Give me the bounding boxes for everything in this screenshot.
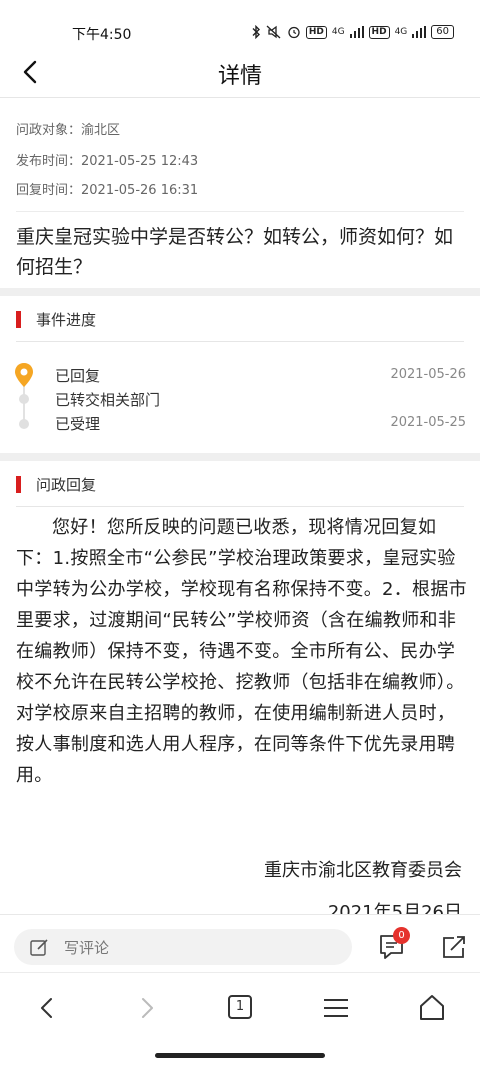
hd-badge-2: HD (368, 25, 390, 39)
meta-replied-label: 回复时间： (16, 183, 82, 198)
divider (16, 211, 464, 212)
status-time: 下午4:50 (72, 27, 132, 43)
nav-bar: 详情 (0, 46, 480, 98)
home-icon[interactable] (414, 991, 450, 1025)
location-pin-icon (15, 363, 33, 387)
meta-replied-value: 2021-05-26 16:31 (81, 183, 199, 198)
timeline-step-date: 2021-05-25 (390, 415, 466, 430)
section-marker (16, 311, 21, 328)
meta-target: 问政对象：渝北区 (16, 119, 120, 138)
timeline-step-label: 已受理 (55, 415, 101, 433)
reply-body: 您好！您所反映的问题已收悉，现将情况回复如下：1.按照全市“公参民”学校治理政策… (16, 517, 467, 786)
comment-placeholder: 写评论 (64, 939, 110, 957)
edit-icon (30, 939, 48, 956)
browser-toolbar: 1 (0, 972, 480, 1066)
comment-count-badge: 0 (393, 927, 410, 944)
meta-replied: 回复时间：2021-05-26 16:31 (16, 179, 198, 198)
tabs-icon[interactable]: 1 (228, 995, 252, 1019)
comment-input[interactable]: 写评论 (14, 929, 352, 965)
mute-icon (266, 25, 281, 39)
signal-icon (349, 26, 364, 38)
share-icon[interactable] (440, 933, 468, 961)
meta-published-value: 2021-05-25 12:43 (81, 154, 199, 169)
comment-bar: 写评论 0 (0, 914, 480, 972)
meta-target-label: 问政对象： (16, 123, 82, 138)
signal-icon-2 (412, 26, 427, 38)
back-icon[interactable] (30, 991, 66, 1025)
network-label-2: 4G (394, 27, 408, 37)
timeline-dot (19, 394, 29, 404)
reply-section-header: 问政回复 (0, 463, 480, 507)
reply-signature: 重庆市渝北区教育委员会 (264, 860, 462, 881)
progress-section-title: 事件进度 (36, 311, 97, 329)
timeline-dot (19, 419, 29, 429)
status-bar: 下午4:50 HD 4G HD 4G 60 (0, 0, 480, 46)
timeline-step-label: 已转交相关部门 (55, 391, 161, 409)
section-gap (0, 453, 480, 461)
divider (16, 341, 464, 342)
timeline-step-date: 2021-05-26 (390, 367, 466, 382)
menu-icon[interactable] (318, 991, 354, 1025)
page-title: 详情 (217, 64, 262, 89)
forward-icon[interactable] (128, 991, 164, 1025)
meta-target-value: 渝北区 (81, 123, 121, 138)
question-text: 重庆皇冠实验中学是否转公？如转公，师资如何？如何招生？ (16, 226, 454, 278)
alarm-icon (288, 26, 300, 39)
network-label: 4G (331, 27, 345, 37)
divider (16, 506, 464, 507)
battery-icon: 60 (431, 25, 454, 39)
hd-badge: HD (305, 25, 327, 39)
home-indicator[interactable] (155, 1053, 325, 1058)
progress-section-header: 事件进度 (0, 298, 480, 342)
status-icons: HD 4G HD 4G 60 (251, 25, 454, 39)
bluetooth-icon (252, 25, 260, 39)
reply-content: 您好！您所反映的问题已收悉，现将情况回复如下：1.按照全市“公参民”学校治理政策… (16, 512, 468, 791)
section-gap (0, 288, 480, 296)
meta-published: 发布时间：2021-05-25 12:43 (16, 150, 198, 169)
reply-section-title: 问政回复 (36, 476, 97, 494)
section-marker (16, 476, 21, 493)
timeline-step-label: 已回复 (55, 367, 101, 385)
meta-published-label: 发布时间： (16, 154, 82, 169)
